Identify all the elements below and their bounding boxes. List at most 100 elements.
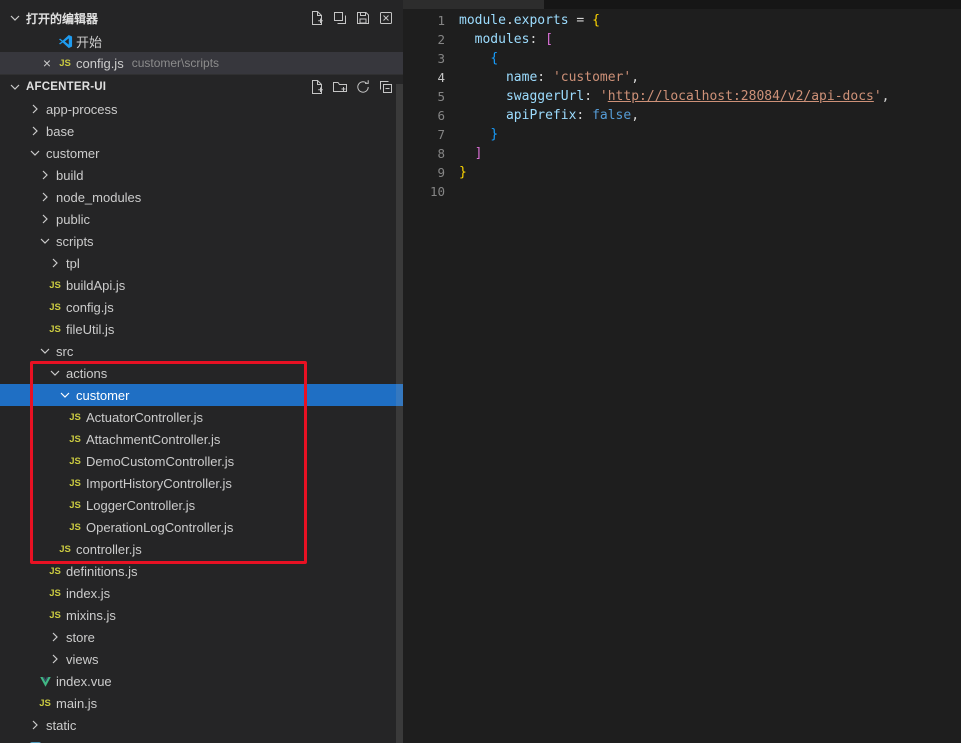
code-token: http://localhost:28084/v2/api-docs bbox=[608, 89, 874, 104]
tree-item[interactable]: views bbox=[0, 648, 403, 670]
tree-item[interactable]: build bbox=[0, 164, 403, 186]
tree-item[interactable]: JSfileUtil.js bbox=[0, 318, 403, 340]
tree-item[interactable]: JSbuildApi.js bbox=[0, 274, 403, 296]
code-token: : bbox=[584, 89, 600, 104]
sidebar-scrollbar[interactable] bbox=[396, 84, 403, 743]
js-file-icon: JS bbox=[66, 434, 84, 445]
chevron-down-icon bbox=[36, 233, 54, 249]
code-token: swaggerUrl bbox=[506, 89, 584, 104]
line-number: 6 bbox=[403, 106, 445, 125]
chevron-down-icon bbox=[6, 10, 24, 26]
code-line[interactable]: 10 bbox=[403, 182, 961, 201]
tree-item[interactable]: JScontroller.js bbox=[0, 538, 403, 560]
tree-item[interactable]: JSOperationLogController.js bbox=[0, 516, 403, 538]
chevron-down-icon bbox=[26, 145, 44, 161]
tree-item[interactable]: JSImportHistoryController.js bbox=[0, 472, 403, 494]
tree-item[interactable]: JSLoggerController.js bbox=[0, 494, 403, 516]
tree-item-label: customer bbox=[46, 146, 99, 161]
new-file-icon[interactable] bbox=[305, 76, 328, 98]
tree-item[interactable]: JSconfig.js bbox=[0, 296, 403, 318]
tree-item[interactable]: node_modules bbox=[0, 186, 403, 208]
tree-item[interactable]: scripts bbox=[0, 230, 403, 252]
code-token: module bbox=[459, 13, 506, 28]
tree-item[interactable]: src bbox=[0, 340, 403, 362]
tree-item[interactable]: JSActuatorController.js bbox=[0, 406, 403, 428]
save-all-icon[interactable] bbox=[351, 7, 374, 29]
tree-item-label: customer bbox=[76, 388, 129, 403]
tree-item-label: config.js bbox=[66, 300, 114, 315]
tree-item[interactable]: JSmixins.js bbox=[0, 604, 403, 626]
tree-item[interactable]: customer bbox=[0, 384, 403, 406]
code-token: ' bbox=[600, 89, 608, 104]
code-content: } bbox=[459, 125, 498, 144]
editor-tab[interactable] bbox=[403, 0, 545, 9]
code-line[interactable]: 3 { bbox=[403, 49, 961, 68]
tree-item[interactable]: tpl bbox=[0, 252, 403, 274]
tree-item[interactable]: actions bbox=[0, 362, 403, 384]
explorer-section-header[interactable]: AFCENTER-UI bbox=[0, 74, 403, 98]
split-editor-icon[interactable] bbox=[328, 7, 351, 29]
code-token: } bbox=[459, 165, 467, 180]
tree-item-label: app-process bbox=[46, 102, 118, 117]
code-line[interactable]: 1module.exports = { bbox=[403, 11, 961, 30]
close-icon[interactable]: × bbox=[38, 55, 56, 71]
code-token bbox=[459, 32, 475, 47]
new-untitled-file-icon[interactable] bbox=[305, 7, 328, 29]
code-editor[interactable]: 1module.exports = {2 modules: [3 {4 name… bbox=[403, 9, 961, 201]
tree-item[interactable]: JSindex.js bbox=[0, 582, 403, 604]
code-token: : bbox=[537, 70, 553, 85]
vscode-window: 打开的编辑器 开始×JSconfig.jscustomer\scripts AF… bbox=[0, 0, 961, 743]
tree-item-label: ImportHistoryController.js bbox=[86, 476, 232, 491]
tree-item[interactable]: index.vue bbox=[0, 670, 403, 692]
code-content: apiPrefix: false, bbox=[459, 106, 639, 125]
collapse-folders-icon[interactable] bbox=[374, 76, 397, 98]
open-editors-header[interactable]: 打开的编辑器 bbox=[0, 6, 403, 30]
code-line[interactable]: 5 swaggerUrl: 'http://localhost:28084/v2… bbox=[403, 87, 961, 106]
refresh-explorer-icon[interactable] bbox=[351, 76, 374, 98]
open-editors-list: 开始×JSconfig.jscustomer\scripts bbox=[0, 30, 403, 74]
code-token: } bbox=[490, 127, 498, 142]
tree-item[interactable]: JSdefinitions.js bbox=[0, 560, 403, 582]
code-token: name bbox=[506, 70, 537, 85]
js-file-icon: JS bbox=[46, 610, 64, 621]
tree-item[interactable]: public bbox=[0, 208, 403, 230]
open-editor-label: config.js bbox=[76, 56, 124, 71]
tree-item[interactable]: store bbox=[0, 626, 403, 648]
code-line[interactable]: 6 apiPrefix: false, bbox=[403, 106, 961, 125]
vue-file-icon bbox=[36, 675, 54, 688]
open-editor-item[interactable]: 开始 bbox=[0, 30, 403, 52]
tree-item[interactable]: static bbox=[0, 714, 403, 736]
tree-item[interactable]: JSDemoCustomController.js bbox=[0, 450, 403, 472]
js-file-icon: JS bbox=[46, 324, 64, 335]
js-file-icon: JS bbox=[46, 566, 64, 577]
tree-item-label: scripts bbox=[56, 234, 94, 249]
line-number: 7 bbox=[403, 125, 445, 144]
line-number: 5 bbox=[403, 87, 445, 106]
new-folder-icon[interactable] bbox=[328, 76, 351, 98]
code-line[interactable]: 7 } bbox=[403, 125, 961, 144]
tree-item[interactable] bbox=[0, 736, 403, 743]
code-line[interactable]: 2 modules: [ bbox=[403, 30, 961, 49]
tree-item[interactable]: app-process bbox=[0, 98, 403, 120]
tree-item[interactable]: JSmain.js bbox=[0, 692, 403, 714]
code-line[interactable]: 4 name: 'customer', bbox=[403, 68, 961, 87]
code-line[interactable]: 8 ] bbox=[403, 144, 961, 163]
explorer-section-title: AFCENTER-UI bbox=[26, 81, 106, 93]
tree-item[interactable]: JSAttachmentController.js bbox=[0, 428, 403, 450]
js-file-icon: JS bbox=[36, 698, 54, 709]
js-file-icon: JS bbox=[66, 500, 84, 511]
close-all-editors-icon[interactable] bbox=[374, 7, 397, 29]
code-token: . bbox=[506, 13, 514, 28]
tree-item-label: store bbox=[66, 630, 95, 645]
tree-item-label: build bbox=[56, 168, 83, 183]
file-tree: app-process base customer build node_modules… bbox=[0, 98, 403, 743]
tree-item-label: base bbox=[46, 124, 74, 139]
code-content: modules: [ bbox=[459, 30, 553, 49]
tree-item-label: controller.js bbox=[76, 542, 142, 557]
tree-item[interactable]: base bbox=[0, 120, 403, 142]
tree-item-label: OperationLogController.js bbox=[86, 520, 233, 535]
tree-item-label: fileUtil.js bbox=[66, 322, 114, 337]
tree-item[interactable]: customer bbox=[0, 142, 403, 164]
code-line[interactable]: 9} bbox=[403, 163, 961, 182]
open-editor-item[interactable]: ×JSconfig.jscustomer\scripts bbox=[0, 52, 403, 74]
